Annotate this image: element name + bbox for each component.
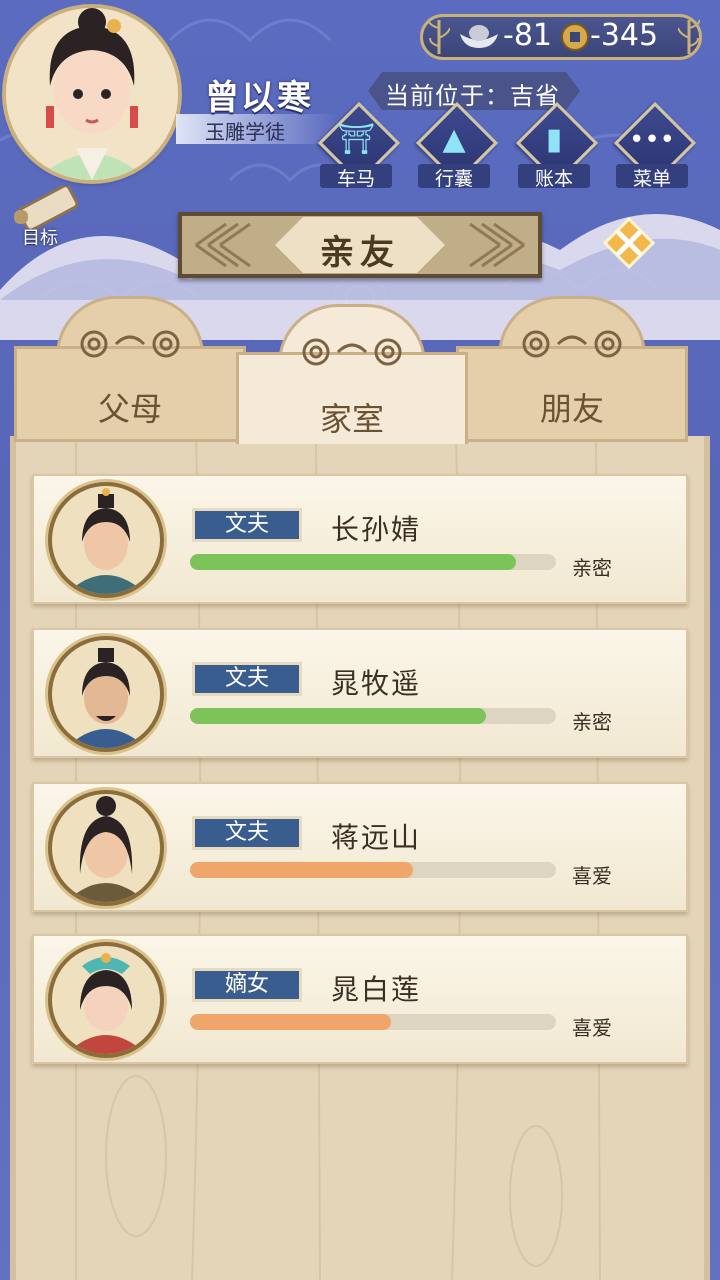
player-title: 玉雕学徒: [205, 120, 285, 144]
tab-parents[interactable]: 父母: [14, 296, 246, 442]
relative-portrait: [52, 946, 160, 1054]
tab-household[interactable]: 家室: [236, 304, 468, 444]
copper-coin-icon: [561, 23, 589, 51]
affinity-bar: [190, 708, 556, 724]
affinity-fill: [190, 1014, 392, 1030]
relative-portrait: [52, 794, 160, 902]
carriage-icon: ⛩: [336, 122, 376, 157]
affinity-fill: [190, 554, 516, 570]
tab-friends-label: 朋友: [539, 390, 604, 428]
tab-parents-label: 父母: [97, 390, 162, 428]
menu-label: 菜单: [632, 168, 671, 190]
relative-portrait: [52, 640, 160, 748]
husband-portrait-icon: [66, 796, 146, 902]
silver-ingot-icon: [460, 25, 498, 48]
bag-button[interactable]: ▲ 行囊: [414, 101, 499, 190]
relationship-status: 喜爱: [572, 1016, 612, 1040]
husband-portrait-icon: [66, 488, 146, 594]
bag-icon: ▲: [442, 122, 466, 157]
ledger-label: 账本: [534, 168, 573, 190]
affinity-fill: [190, 708, 487, 724]
relative-card[interactable]: 文夫 晁牧遥 亲密: [32, 628, 688, 758]
relatives-screen: 曾以寒 玉雕学徒 -81 -345 当前位于：吉省 ⛩ 车马 ▲ 行囊 ▮ 账本: [0, 0, 720, 1280]
relative-name: 晁牧遥: [331, 667, 422, 700]
relationship-status: 亲密: [572, 556, 612, 580]
menu-icon: •••: [628, 125, 675, 155]
player-name: 曾以寒: [205, 78, 313, 118]
close-button[interactable]: [600, 214, 658, 272]
relationship-status: 喜爱: [572, 864, 612, 888]
location-text: 当前位于：吉省: [385, 82, 560, 110]
tab-parents-swirl-icon: [80, 330, 180, 358]
bamboo-left-icon: [428, 19, 450, 54]
player-avatar[interactable]: [6, 8, 178, 180]
carriage-label: 车马: [336, 168, 375, 190]
tab-friends-swirl-icon: [522, 330, 622, 358]
bag-label: 行囊: [434, 168, 473, 190]
relative-portrait: [52, 486, 160, 594]
daughter-portrait-icon: [66, 953, 146, 1054]
affinity-fill: [190, 862, 414, 878]
relation-badge: 嫡女: [192, 968, 302, 1002]
affinity-bar: [190, 554, 556, 570]
relative-card[interactable]: 文夫 长孙婧 亲密: [32, 474, 688, 604]
carriage-button[interactable]: ⛩ 车马: [316, 101, 401, 190]
affinity-bar: [190, 1014, 556, 1030]
menu-button[interactable]: ••• 菜单: [612, 101, 697, 190]
page-title: 亲友: [320, 233, 400, 273]
player-portrait-icon: [6, 8, 178, 180]
husband-portrait-icon: [66, 648, 146, 748]
ledger-button[interactable]: ▮ 账本: [514, 101, 599, 190]
relation-badge: 文夫: [192, 662, 302, 696]
relation-badge: 文夫: [192, 816, 302, 850]
close-icon: [602, 216, 656, 270]
silver-value: -81: [503, 18, 552, 53]
coin-value: -345: [590, 18, 659, 53]
affinity-bar: [190, 862, 556, 878]
bamboo-right-icon: [678, 19, 700, 54]
tab-household-label: 家室: [319, 400, 384, 438]
tab-household-swirl-icon: [302, 338, 402, 366]
relative-card[interactable]: 文夫 蒋远山 喜爱: [32, 782, 688, 912]
relative-name: 晁白莲: [331, 973, 422, 1006]
relative-name: 蒋远山: [331, 821, 422, 854]
relationship-status: 亲密: [572, 710, 612, 734]
goal-label: 目标: [22, 228, 58, 249]
tab-friends[interactable]: 朋友: [456, 296, 688, 442]
relative-card[interactable]: 嫡女 晁白莲 喜爱: [32, 934, 688, 1064]
ledger-icon: ▮: [545, 122, 563, 157]
relative-name: 长孙婧: [331, 513, 422, 546]
relation-badge: 文夫: [192, 508, 302, 542]
